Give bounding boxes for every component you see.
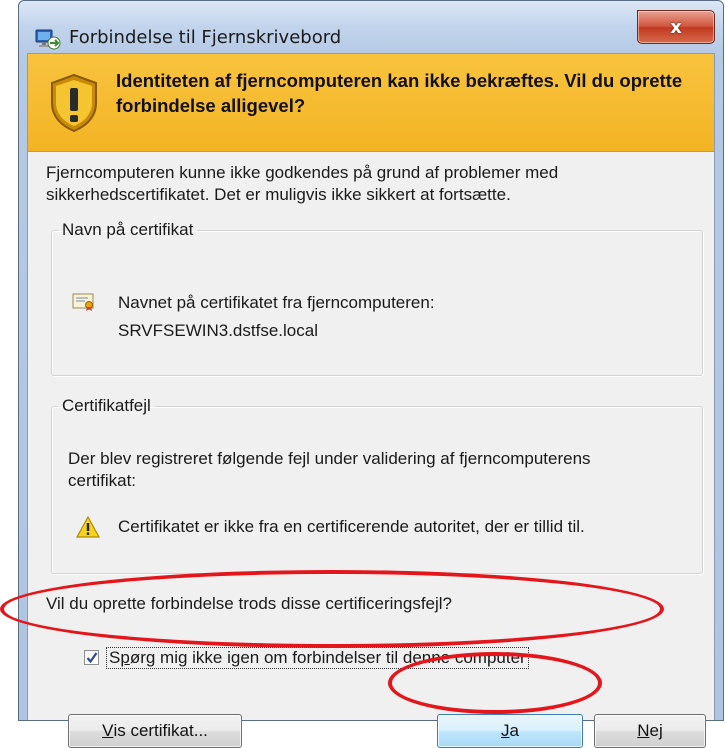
close-icon: x [670,16,682,38]
dialog-content: Identiteten af fjerncomputeren kan ikke … [27,53,715,748]
warning-icon [75,515,101,538]
certificate-name-group: Navn på certifikat Navnet på certifikate… [51,220,703,376]
view-certificate-button[interactable]: Vis certifikat... [68,714,242,748]
certificate-name-legend: Navn på certifikat [62,220,194,239]
certificate-error-text: Certifikatet er ikke fra en certificeren… [118,517,585,536]
dialog-window: Forbindelse til Fjernskrivebord x Identi… [18,0,724,748]
certificate-error-intro-2: certifikat: [68,471,137,490]
certificate-name-value: SRVFSEWIN3.dstfse.local [118,321,318,340]
intro-line-2: sikkerhedscertifikatet. Det er muligvis … [46,185,511,204]
yes-button[interactable]: Ja [437,714,583,748]
certificate-icon [72,292,96,312]
certificate-error-intro-1: Der blev registreret følgende fejl under… [68,449,591,468]
remote-desktop-icon [35,28,61,50]
certificate-error-group: Certifikatfejl Der blev registreret følg… [51,396,703,574]
checkmark-icon [86,652,98,664]
title-bar[interactable]: Forbindelse til Fjernskrivebord x [19,1,723,53]
dont-ask-checkbox[interactable] [84,650,99,665]
warning-shield-icon [48,73,100,133]
confirm-question: Vil du oprette forbindelse trods disse c… [46,594,453,613]
certificate-error-legend: Certifikatfejl [62,396,151,415]
intro-text: Fjerncomputeren kunne ikke godkendes på … [46,162,674,206]
dont-ask-checkbox-label[interactable]: Spørg mig ikke igen om forbindelser til … [106,647,529,669]
certificate-name-label: Navnet på certifikatet fra fjerncomputer… [118,293,435,312]
no-button[interactable]: Nej [594,714,706,748]
intro-line-1: Fjerncomputeren kunne ikke godkendes på … [46,163,559,182]
warning-banner: Identiteten af fjerncomputeren kan ikke … [28,54,714,152]
banner-message: Identiteten af fjerncomputeren kan ikke … [116,70,683,116]
window-title: Forbindelse til Fjernskrivebord [69,27,342,48]
close-button[interactable]: x [637,10,715,44]
